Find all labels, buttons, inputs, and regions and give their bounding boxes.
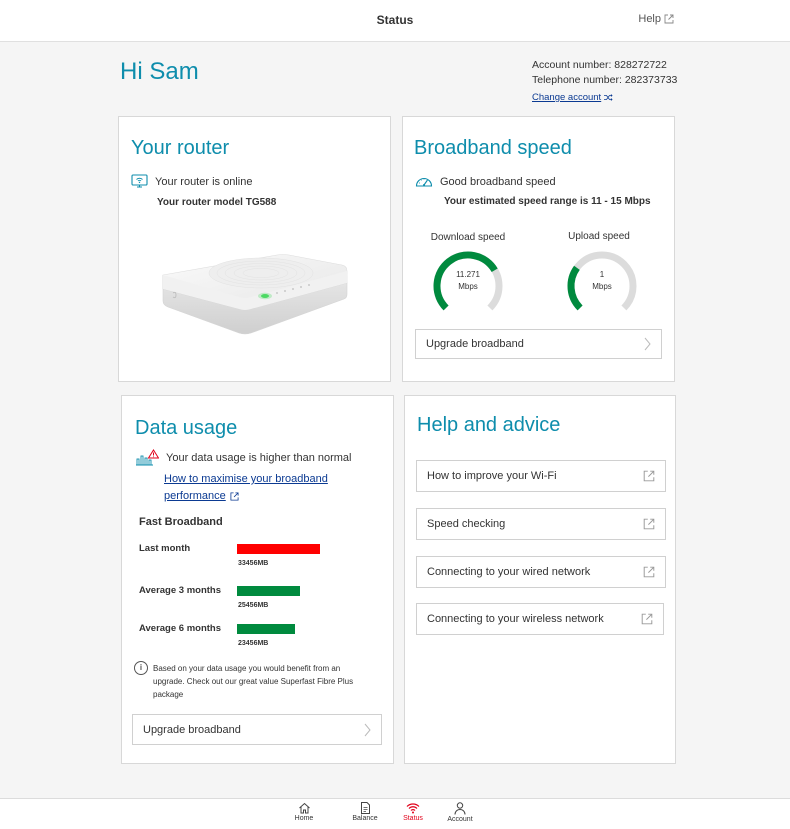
account-number: Account number: 828272722 [532, 59, 667, 71]
external-link-icon [643, 518, 655, 530]
advice-item-speed-checking[interactable]: Speed checking [416, 508, 666, 540]
nav-account-label: Account [447, 816, 473, 823]
download-speed-value: 11.271 [456, 270, 480, 279]
download-speed-unit: Mbps [458, 282, 478, 291]
download-speed-readout: 11.271 Mbps [430, 269, 506, 293]
data-usage-card: Data usage Your data usage is higher tha… [121, 395, 394, 764]
usage-amount: 25456MB [238, 602, 269, 609]
nav-balance[interactable]: Balance [345, 802, 385, 822]
nav-home-label: Home [294, 815, 314, 822]
usage-upgrade-label: Upgrade broadband [143, 723, 241, 736]
usage-row-label: Last month [139, 543, 191, 554]
info-icon: i [134, 661, 148, 675]
usage-bar [237, 624, 295, 634]
upload-speed-label: Upload speed [568, 231, 630, 242]
nav-account[interactable]: Account [440, 802, 480, 823]
usage-amount: 33456MB [238, 560, 269, 567]
advice-item-wifi[interactable]: How to improve your Wi-Fi [416, 460, 666, 492]
external-link-icon [230, 492, 239, 501]
change-account-label: Change account [532, 92, 602, 103]
maximise-link-line1: How to maximise your broadband [164, 473, 328, 485]
advice-item-wired[interactable]: Connecting to your wired network [416, 556, 666, 588]
usage-row-label: Average 6 months [139, 623, 222, 634]
upgrade-recommendation: Based on your data usage you would benef… [153, 662, 353, 701]
help-advice-card: Help and advice How to improve your Wi-F… [404, 395, 676, 764]
speed-upgrade-label: Upgrade broadband [426, 338, 524, 350]
maximise-performance-link[interactable]: How to maximise your broadband performan… [164, 471, 328, 505]
help-label: Help [638, 13, 661, 25]
router-card: Your router Your router is online Your r… [118, 116, 391, 382]
plan-name: Fast Broadband [139, 516, 223, 528]
upload-speed-value: 1 [599, 270, 605, 279]
router-model: Your router model TG588 [157, 197, 277, 208]
home-icon [298, 802, 310, 814]
advice-item-label: How to improve your Wi-Fi [427, 470, 557, 482]
usage-bar [237, 544, 320, 554]
telephone-number: Telephone number: 282373733 [532, 74, 678, 86]
external-link-icon [643, 470, 655, 482]
external-link-icon [643, 566, 655, 578]
nav-home[interactable]: Home [284, 802, 324, 822]
router-image [162, 254, 348, 335]
nav-status[interactable]: Status [393, 802, 433, 822]
top-bar: Status Help [0, 0, 790, 42]
info-line-2: upgrade. Check out our great value Super… [153, 677, 354, 686]
router-status: Your router is online [131, 174, 252, 189]
advice-item-label: Speed checking [427, 518, 506, 530]
nav-status-label: Status [403, 815, 423, 822]
usage-status: Your data usage is higher than normal [135, 449, 352, 466]
wifi-icon [406, 803, 420, 814]
info-line-3: package [153, 690, 184, 699]
chevron-right-icon [644, 337, 651, 351]
bottom-nav: Home Balance Status Account [0, 798, 790, 829]
usage-title: Data usage [135, 417, 238, 439]
broadband-speed-card: Broadband speed Good broadband speed You… [402, 116, 675, 382]
router-status-text: Your router is online [155, 175, 253, 188]
bill-icon [360, 802, 370, 814]
speedometer-icon [415, 178, 433, 187]
speed-status-text: Good broadband speed [440, 175, 556, 188]
usage-amount: 23456MB [238, 640, 269, 647]
advice-item-label: Connecting to your wireless network [427, 613, 604, 625]
chevron-right-icon [364, 723, 371, 736]
upload-speed-readout: 1 Mbps [564, 269, 640, 293]
advice-title: Help and advice [417, 414, 561, 436]
upload-speed-unit: Mbps [592, 282, 612, 291]
help-link[interactable]: Help [638, 13, 674, 25]
external-link-icon [641, 613, 653, 625]
usage-upgrade-button[interactable]: Upgrade broadband [132, 714, 382, 745]
download-speed-label: Download speed [430, 232, 506, 243]
usage-warning-icon [136, 449, 159, 466]
monitor-wifi-icon [131, 174, 148, 188]
speed-status: Good broadband speed [415, 175, 556, 188]
shuffle-icon [604, 94, 613, 101]
change-account-link[interactable]: Change account [532, 90, 613, 105]
usage-bar [237, 586, 300, 596]
usage-row-label: Average 3 months [139, 585, 222, 596]
info-line-1: Based on your data usage you would benef… [153, 664, 341, 673]
greeting: Hi Sam [120, 58, 199, 85]
usage-status-text: Your data usage is higher than normal [166, 451, 352, 464]
speed-range: Your estimated speed range is 11 - 15 Mb… [444, 196, 651, 207]
nav-balance-label: Balance [352, 815, 378, 822]
maximise-link-line2: performance [164, 490, 226, 502]
account-info: Account number: 828272722 Telephone numb… [532, 58, 677, 105]
external-link-icon [664, 14, 674, 24]
speed-upgrade-button[interactable]: Upgrade broadband [415, 329, 662, 359]
speed-title: Broadband speed [414, 137, 572, 159]
person-icon [454, 802, 466, 815]
advice-item-label: Connecting to your wired network [427, 566, 591, 578]
router-title: Your router [131, 137, 230, 159]
advice-item-wireless[interactable]: Connecting to your wireless network [416, 603, 664, 635]
